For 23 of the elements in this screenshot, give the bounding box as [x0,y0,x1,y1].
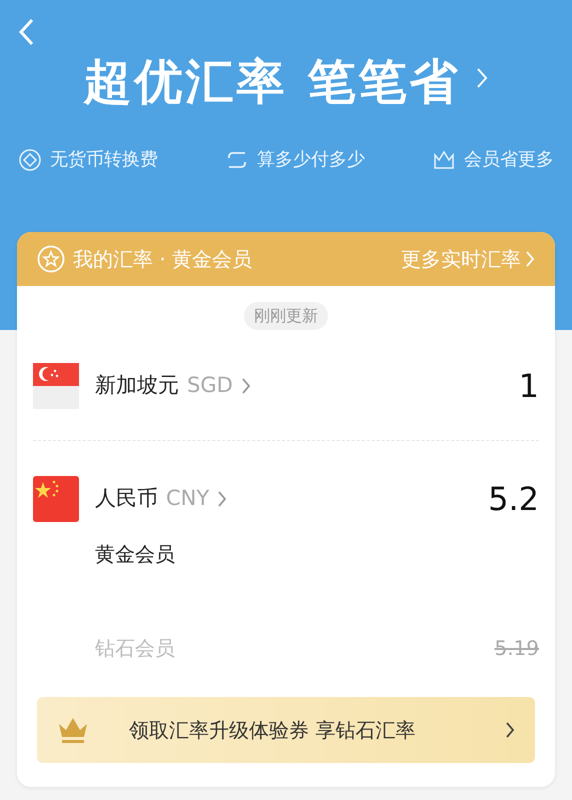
currency-selector[interactable]: 新加坡元 SGD [95,370,251,402]
coin-icon [18,148,42,172]
flag-icon [33,363,79,409]
tier-label: 黄金会员 [95,541,175,568]
chevron-right-icon [505,721,515,739]
updated-badge: 刚刚更新 [244,302,328,330]
chevron-right-icon [217,490,228,508]
feature-label: 算多少付多少 [257,148,365,172]
chevron-right-icon [525,250,535,268]
promo-banner[interactable]: 领取汇率升级体验券 享钻石汇率 [37,697,535,763]
back-icon[interactable] [18,18,34,46]
rate-value: 5.2 [488,479,539,520]
feature-label: 无货币转换费 [50,148,158,172]
chevron-right-icon [240,377,251,395]
page-title: 超优汇率 笔笔省 [84,58,460,106]
tier-rate: 5.19 [494,635,539,662]
flag-icon [33,476,79,522]
currency-selector[interactable]: 人民币 CNY [95,483,228,515]
card-title: 我的汇率 · 黄金会员 [73,246,252,273]
rate-value: 1 [518,366,539,407]
feature-label: 会员省更多 [464,148,554,172]
tier-label: 钻石会员 [95,635,175,662]
chevron-right-icon[interactable] [476,67,488,89]
